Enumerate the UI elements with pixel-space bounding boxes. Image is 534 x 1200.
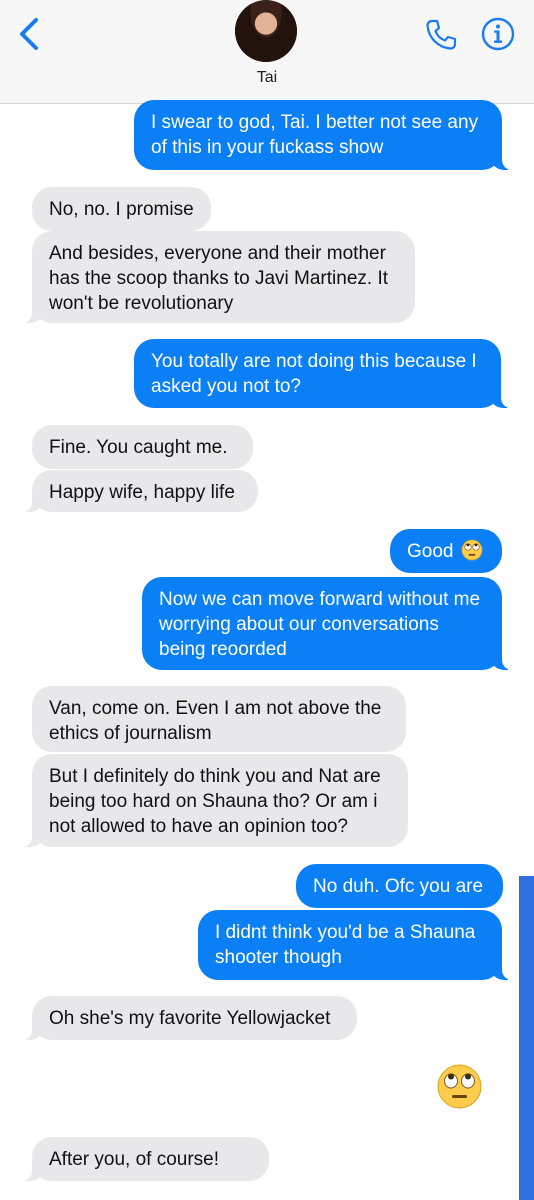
incoming-message[interactable]: No, no. I promise: [32, 187, 211, 231]
message-text: Now we can move forward without me worry…: [159, 589, 481, 660]
message-text: And besides, everyone and their mother h…: [49, 243, 389, 314]
incoming-message[interactable]: Oh she's my favorite Yellowjacket: [18, 996, 357, 1040]
message-text: You totally are not doing this because I…: [151, 351, 477, 397]
call-button[interactable]: [424, 18, 458, 52]
face-with-rolling-eyes-icon: [437, 1064, 482, 1109]
outgoing-message[interactable]: I swear to god, Tai. I better not see an…: [134, 100, 516, 170]
message-text: Good: [407, 541, 454, 562]
message-text: Fine. You caught me.: [49, 437, 228, 458]
outgoing-message[interactable]: I didnt think you'd be a Shauna shooter …: [198, 910, 516, 980]
incoming-message[interactable]: Van, come on. Even I am not above the et…: [32, 686, 406, 752]
message-text: Happy wife, happy life: [49, 482, 235, 503]
message-text: I swear to god, Tai. I better not see an…: [151, 112, 479, 158]
face-with-rolling-eyes-icon: [461, 539, 483, 561]
outgoing-message[interactable]: You totally are not doing this because I…: [134, 339, 515, 408]
conversation-header: Tai: [0, 0, 534, 104]
message-text: No, no. I promise: [49, 199, 194, 220]
incoming-message[interactable]: And besides, everyone and their mother h…: [18, 231, 415, 323]
outgoing-message[interactable]: Now we can move forward without me worry…: [142, 577, 516, 670]
message-text: I didnt think you'd be a Shauna shooter …: [215, 922, 476, 968]
message-text: But I definitely do think you and Nat ar…: [49, 766, 381, 837]
outgoing-message[interactable]: Good: [390, 529, 502, 573]
message-text: After you, of course!: [49, 1149, 220, 1170]
message-text: Van, come on. Even I am not above the et…: [49, 698, 382, 744]
incoming-message[interactable]: Fine. You caught me.: [32, 425, 253, 469]
scrollbar[interactable]: [519, 876, 534, 1200]
incoming-message[interactable]: Happy wife, happy life: [18, 470, 258, 512]
info-button[interactable]: [481, 17, 515, 51]
phone-icon: [426, 19, 457, 50]
message-text: No duh. Ofc you are: [313, 876, 484, 897]
contact-name[interactable]: Tai: [0, 69, 534, 87]
incoming-message[interactable]: After you, of course!: [18, 1137, 269, 1181]
info-icon: [481, 17, 515, 51]
back-button[interactable]: [14, 14, 50, 54]
message-text: Oh she's my favorite Yellowjacket: [49, 1008, 331, 1029]
outgoing-emoji-message[interactable]: [436, 1063, 483, 1110]
incoming-message[interactable]: But I definitely do think you and Nat ar…: [18, 754, 408, 847]
avatar[interactable]: [235, 0, 297, 62]
outgoing-message[interactable]: No duh. Ofc you are: [296, 864, 503, 908]
chevron-left-icon: [20, 18, 38, 50]
